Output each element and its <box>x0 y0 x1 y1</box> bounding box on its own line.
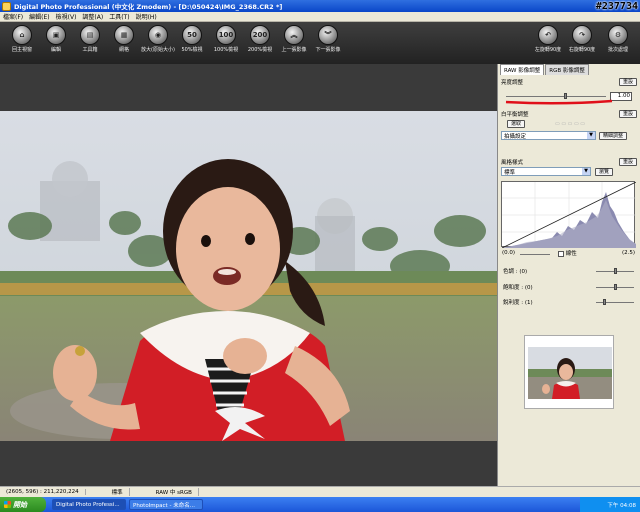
histogram-graph <box>501 181 637 249</box>
hue-slider-thumb[interactable] <box>613 268 617 274</box>
photo-canvas <box>0 111 497 441</box>
menu-file[interactable]: 檔案(F) <box>0 12 26 21</box>
window-title: Digital Photo Professional (中文化 Zmodem) … <box>14 3 283 11</box>
style-preset-select[interactable]: 標準 ▼ <box>501 167 591 176</box>
white-balance-section: 白平衡調整 重設 選取 ▭ ▭ ▭ ▭ ▭ 拍攝設定 ▼ 精細調整 <box>501 109 637 140</box>
view-100-icon: 100 <box>216 25 236 45</box>
taskbar: 開始 Digital Photo Professi... PhotoImpact… <box>0 497 640 512</box>
sharpness-slider-thumb[interactable] <box>603 299 606 305</box>
next-image-icon: ︾ <box>318 25 338 45</box>
menu-view[interactable]: 檢視(V) <box>53 12 80 21</box>
grid-icon: ▦ <box>114 25 134 45</box>
photo-illustration <box>0 111 497 441</box>
toolbox-icon: ▤ <box>80 25 100 45</box>
tab-rgb-adjust[interactable]: RGB 影像調整 <box>545 64 589 75</box>
sharpness-slider-track[interactable] <box>596 302 634 303</box>
batch-icon: ⚙ <box>608 25 628 45</box>
rotate-right-button[interactable]: ↷ 右旋轉90度 <box>567 25 597 53</box>
app-icon <box>2 1 11 11</box>
edit-button[interactable]: ▣ 編輯 <box>41 25 71 53</box>
wb-title: 白平衡調整 <box>501 111 529 118</box>
system-tray: 下午 04:08 <box>580 497 640 512</box>
grid-button[interactable]: ▦ 網格 <box>109 25 139 53</box>
style-reset-button[interactable]: 重設 <box>618 157 637 166</box>
menu-help[interactable]: 說明(H) <box>133 12 160 21</box>
batch-button[interactable]: ⚙ 批次處理 <box>603 25 633 53</box>
prev-image-button[interactable]: ︽ 上一張影像 <box>279 25 309 53</box>
chevron-down-icon: ▼ <box>582 168 590 175</box>
title-bar: Digital Photo Professional (中文化 Zmodem) … <box>0 0 640 12</box>
brightness-slider-track[interactable] <box>506 96 606 97</box>
tool-palette: RAW 影像調整 RGB 影像調整 亮度調整 重設 1.00 白平衡調整 重設 … <box>497 64 640 486</box>
navigator-preview[interactable] <box>524 335 614 409</box>
wb-pick-button[interactable]: 選取 <box>507 120 526 128</box>
zoom-button[interactable]: ◉ 放大(原始大小) <box>141 25 175 53</box>
menu-tools[interactable]: 工具(T) <box>106 12 132 21</box>
curve-black-slider[interactable] <box>520 254 550 255</box>
view-50-icon: 50 <box>182 25 202 45</box>
edit-icon: ▣ <box>46 25 66 45</box>
clock: 下午 04:08 <box>607 502 636 509</box>
style-browse-button[interactable]: 瀏覽 <box>595 167 614 176</box>
menu-adjust[interactable]: 調整(A) <box>79 12 106 21</box>
view-100-button[interactable]: 100 100%檢視 <box>211 25 241 53</box>
rotate-left-button[interactable]: ↶ 左旋轉90度 <box>533 25 563 53</box>
saturation-label: 飽和度 : (0) <box>503 285 533 291</box>
view-200-icon: 200 <box>250 25 270 45</box>
wb-disabled-controls: ▭ ▭ ▭ ▭ ▭ <box>555 121 585 127</box>
curve-left-value: (0.0) <box>502 250 516 256</box>
task-photoimpact[interactable]: PhotoImpact - 未命名... <box>129 499 203 510</box>
picture-style-section: 風格樣式 重設 標準 ▼ 瀏覽 <box>501 157 637 176</box>
brightness-title: 亮度調整 <box>501 79 524 86</box>
start-button[interactable]: 開始 <box>0 497 46 512</box>
zoom-icon: ◉ <box>148 25 168 45</box>
wb-preset-select[interactable]: 拍攝設定 ▼ <box>501 131 596 140</box>
tone-curve-histogram[interactable] <box>501 181 637 249</box>
wb-fine-tune-button[interactable]: 精細調整 <box>599 131 628 140</box>
sharpness-label: 銳利度 : (1) <box>503 300 533 306</box>
menu-edit[interactable]: 編輯(E) <box>26 12 52 21</box>
hue-label: 色調 : (0) <box>503 269 528 275</box>
wb-reset-button[interactable]: 重設 <box>618 109 637 118</box>
red-underline-annotation <box>505 99 613 105</box>
watermark: #237734 <box>595 1 638 12</box>
status-colorspace: RAW 中 sRGB <box>150 488 199 496</box>
windows-logo-icon <box>4 501 11 508</box>
task-dpp[interactable]: Digital Photo Professi... <box>52 499 126 510</box>
toolbox-button[interactable]: ▤ 工具箱 <box>75 25 105 53</box>
status-coordinates: (2605, 596) : 211,220,224 <box>0 489 86 495</box>
curve-right-value: (2.5) <box>622 250 636 256</box>
palette-tabs: RAW 影像調整 RGB 影像調整 <box>498 64 640 75</box>
view-200-button[interactable]: 200 200%檢視 <box>245 25 275 53</box>
preview-thumbnail <box>528 347 612 399</box>
prev-image-icon: ︽ <box>284 25 304 45</box>
linear-checkbox-row[interactable]: 線性 <box>558 249 577 257</box>
view-50-button[interactable]: 50 50%檢視 <box>177 25 207 53</box>
status-bar: (2605, 596) : 211,220,224 標準 RAW 中 sRGB <box>0 486 640 497</box>
rotate-left-icon: ↶ <box>538 25 558 45</box>
home-icon: ⌂ <box>12 25 32 45</box>
tab-raw-adjust[interactable]: RAW 影像調整 <box>500 64 545 75</box>
style-title: 風格樣式 <box>501 159 524 166</box>
linear-checkbox[interactable] <box>558 250 564 257</box>
rotate-right-icon: ↷ <box>572 25 592 45</box>
chevron-down-icon: ▼ <box>587 132 595 139</box>
home-button[interactable]: ⌂ 回主視窗 <box>7 25 37 53</box>
toolbar: ⌂ 回主視窗 ▣ 編輯 ▤ 工具箱 ▦ 網格 ◉ 放大(原始大小) 50 50%檢視 100… <box>0 22 640 64</box>
brightness-section: 亮度調整 重設 <box>501 77 637 86</box>
menu-bar: 檔案(F) 編輯(E) 檢視(V) 調整(A) 工具(T) 說明(H) <box>0 12 640 22</box>
saturation-slider-thumb[interactable] <box>613 284 617 290</box>
image-viewer[interactable] <box>0 64 497 486</box>
status-style: 標準 <box>106 488 130 496</box>
brightness-reset-button[interactable]: 重設 <box>618 77 637 86</box>
next-image-button[interactable]: ︾ 下一張影像 <box>313 25 343 53</box>
